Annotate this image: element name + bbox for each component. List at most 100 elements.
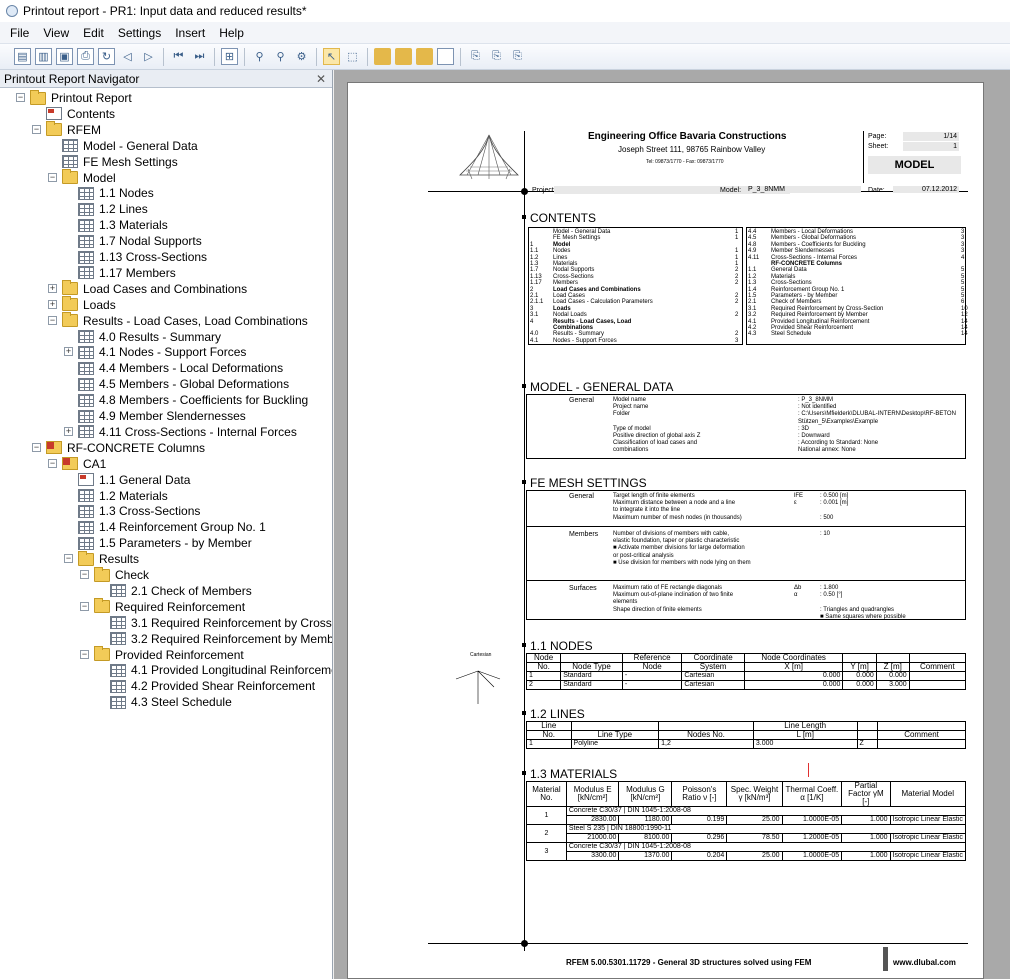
- tree-item[interactable]: 1.13 Cross-Sections: [78, 249, 207, 265]
- tree-item[interactable]: 1.7 Nodal Supports: [78, 233, 202, 249]
- tree-item[interactable]: − Check: [80, 566, 149, 583]
- contents-entry[interactable]: Nodes - Support Forces: [553, 338, 617, 344]
- selection-icon[interactable]: ⬚: [344, 48, 361, 65]
- tree-item[interactable]: − Results: [64, 550, 139, 567]
- tree-item[interactable]: − CA1: [48, 456, 106, 472]
- contents-entry[interactable]: Lines: [553, 255, 567, 261]
- menu-file[interactable]: File: [10, 26, 29, 40]
- tree-item[interactable]: 4.9 Member Slendernesses: [78, 408, 246, 424]
- contents-entry[interactable]: Results - Load Cases, Load: [553, 319, 631, 325]
- tree-item[interactable]: − RFEM: [32, 121, 101, 138]
- tree-item[interactable]: 4.5 Members - Global Deformations: [78, 376, 289, 392]
- contents-entry[interactable]: Member Slendernesses: [771, 248, 834, 254]
- contents-entry[interactable]: RF-CONCRETE Columns: [771, 261, 842, 267]
- contents-entry[interactable]: Nodal Supports: [553, 267, 594, 273]
- select-tool-icon[interactable]: ↖: [323, 48, 340, 65]
- contents-entry[interactable]: Cross-Sections: [771, 280, 812, 286]
- contents-entry[interactable]: Model: [553, 242, 570, 248]
- last-page-icon[interactable]: ⏭: [191, 48, 208, 65]
- contents-entry[interactable]: Parameters - by Member: [771, 293, 837, 299]
- contents-entry[interactable]: Model - General Data: [553, 229, 610, 235]
- contents-entry[interactable]: Members - Local Deformations: [771, 229, 853, 235]
- contents-entry[interactable]: Reinforcement Group No. 1: [771, 287, 844, 293]
- report-header-icon[interactable]: [374, 48, 391, 65]
- tree-item[interactable]: Contents: [46, 106, 115, 122]
- tree-item[interactable]: − RF-CONCRETE Columns: [32, 440, 205, 456]
- tree-item[interactable]: + Loads: [48, 296, 116, 313]
- contents-entry[interactable]: Load Cases: [553, 293, 585, 299]
- expand-toggle-icon[interactable]: −: [64, 554, 73, 564]
- contents-entry[interactable]: Steel Schedule: [771, 331, 811, 337]
- report-page-icon[interactable]: [395, 48, 412, 65]
- menu-settings[interactable]: Settings: [118, 26, 161, 40]
- tree-item[interactable]: − Results - Load Cases, Load Combinations: [48, 312, 308, 329]
- tree-item[interactable]: + Load Cases and Combinations: [48, 280, 247, 297]
- tree-item[interactable]: − Printout Report: [16, 89, 132, 106]
- expand-toggle-icon[interactable]: +: [64, 426, 73, 436]
- tree-item[interactable]: 4.3 Steel Schedule: [110, 694, 232, 710]
- menu-insert[interactable]: Insert: [175, 26, 205, 40]
- report-cover-icon[interactable]: [416, 48, 433, 65]
- tree-item[interactable]: FE Mesh Settings: [62, 154, 178, 170]
- tree-item[interactable]: 1.5 Parameters - by Member: [78, 535, 252, 551]
- contents-entry[interactable]: Members - Global Deformations: [771, 235, 856, 241]
- expand-toggle-icon[interactable]: +: [48, 283, 57, 293]
- expand-toggle-icon[interactable]: −: [32, 124, 41, 134]
- contents-entry[interactable]: Load Cases - Calculation Parameters: [553, 299, 653, 305]
- expand-toggle-icon[interactable]: −: [48, 458, 57, 468]
- expand-toggle-icon[interactable]: −: [32, 442, 41, 452]
- tree-item[interactable]: 3.2 Required Reinforcement by Member: [110, 631, 332, 647]
- tree-item[interactable]: 1.17 Members: [78, 265, 176, 281]
- tree-item[interactable]: 4.0 Results - Summary: [78, 329, 221, 345]
- contents-entry[interactable]: Members - Coefficients for Buckling: [771, 242, 866, 248]
- tree-item[interactable]: 1.3 Materials: [78, 217, 168, 233]
- link-icon[interactable]: ⎘: [509, 48, 526, 65]
- tree-item[interactable]: 1.3 Cross-Sections: [78, 503, 200, 519]
- new-report-icon[interactable]: ▤: [14, 48, 31, 65]
- contents-entry[interactable]: FE Mesh Settings: [553, 235, 600, 241]
- contents-entry[interactable]: Members: [553, 280, 578, 286]
- contents-entry[interactable]: Materials: [771, 274, 795, 280]
- contents-entry[interactable]: Combinations: [553, 325, 593, 331]
- refresh-icon[interactable]: ↻: [98, 48, 115, 65]
- tree-item[interactable]: 1.1 Nodes: [78, 185, 154, 201]
- tree-item[interactable]: +4.1 Nodes - Support Forces: [64, 344, 246, 360]
- expand-toggle-icon[interactable]: −: [80, 601, 89, 611]
- save-icon[interactable]: ▣: [56, 48, 73, 65]
- tree-item[interactable]: 2.1 Check of Members: [110, 583, 252, 599]
- contents-entry[interactable]: Results - Summary: [553, 331, 604, 337]
- expand-toggle-icon[interactable]: −: [48, 172, 57, 182]
- tree-item[interactable]: 4.8 Members - Coefficients for Buckling: [78, 392, 308, 408]
- tree-item[interactable]: 3.1 Required Reinforcement by Cross-Sect…: [110, 615, 332, 631]
- first-page-icon[interactable]: ⏮: [170, 48, 187, 65]
- contents-entry[interactable]: Cross-Sections: [553, 274, 594, 280]
- tree-item[interactable]: 4.2 Provided Shear Reinforcement: [110, 678, 315, 694]
- settings-icon[interactable]: ⚙: [293, 48, 310, 65]
- expand-toggle-icon[interactable]: −: [80, 649, 89, 659]
- tree-item[interactable]: 1.2 Lines: [78, 201, 148, 217]
- blank-page-icon[interactable]: [437, 48, 454, 65]
- page-setup-icon[interactable]: ⊞: [221, 48, 238, 65]
- contents-entry[interactable]: Required Reinforcement by Member: [771, 312, 868, 318]
- contents-entry[interactable]: Nodal Loads: [553, 312, 587, 318]
- contents-entry[interactable]: Nodes: [553, 248, 570, 254]
- contents-entry[interactable]: Check of Members: [771, 299, 821, 305]
- tree-item[interactable]: 4.4 Members - Local Deformations: [78, 360, 283, 376]
- contents-entry[interactable]: General Data: [771, 267, 807, 273]
- tree-item[interactable]: +4.11 Cross-Sections - Internal Forces: [64, 424, 297, 440]
- import-icon[interactable]: ⎘: [488, 48, 505, 65]
- contents-entry[interactable]: Loads: [553, 306, 571, 312]
- tree-item[interactable]: 1.2 Materials: [78, 488, 168, 504]
- tree-item[interactable]: − Required Reinforcement: [80, 598, 245, 615]
- expand-toggle-icon[interactable]: −: [16, 93, 25, 102]
- tree-item[interactable]: 1.1 General Data: [78, 472, 190, 488]
- tree-item[interactable]: 1.4 Reinforcement Group No. 1: [78, 519, 266, 535]
- print-icon[interactable]: ⎙: [77, 48, 94, 65]
- export-icon[interactable]: ⎘: [467, 48, 484, 65]
- menu-help[interactable]: Help: [219, 26, 244, 40]
- expand-toggle-icon[interactable]: −: [80, 570, 89, 579]
- tree-item[interactable]: Model - General Data: [62, 138, 198, 154]
- contents-entry[interactable]: Cross-Sections - Internal Forces: [771, 255, 857, 261]
- expand-toggle-icon[interactable]: +: [64, 347, 73, 357]
- contents-entry[interactable]: Materials: [553, 261, 577, 267]
